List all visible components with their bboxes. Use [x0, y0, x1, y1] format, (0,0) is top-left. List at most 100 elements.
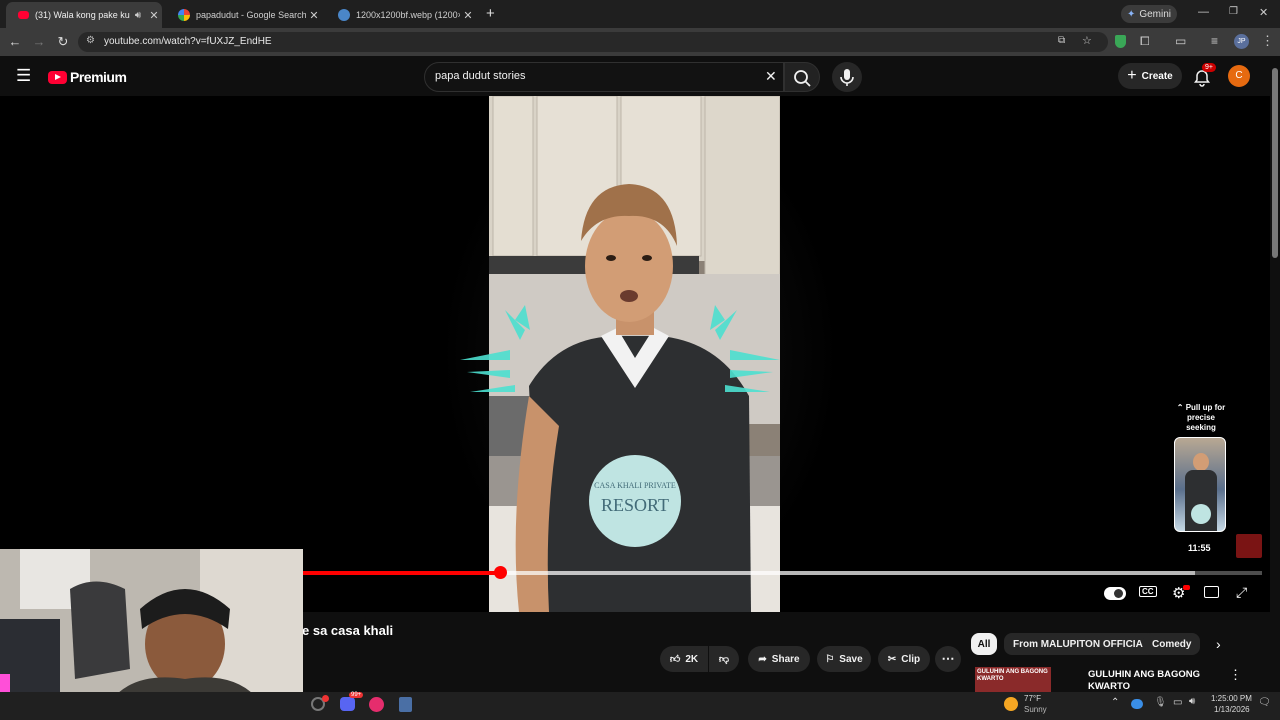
tray-overflow-icon[interactable]: ⌃: [1111, 697, 1119, 708]
autoplay-toggle[interactable]: [1104, 587, 1126, 600]
browser-tab-strip: (31) Wala kong pake kung 🔊︎ ✕ papadudut …: [0, 0, 1280, 28]
search-button[interactable]: [784, 62, 820, 92]
recommended-menu-icon[interactable]: ⋮: [1229, 667, 1242, 683]
video-title: e sa casa khali: [302, 623, 394, 638]
forward-icon[interactable]: →: [30, 33, 48, 51]
search-input[interactable]: papa dudut stories: [435, 70, 526, 82]
clock-time: 1:25:00 PM: [1211, 694, 1252, 703]
extension-shield-icon[interactable]: [1115, 35, 1126, 48]
extensions-icon[interactable]: ⧠: [1140, 34, 1150, 49]
subtitles-icon[interactable]: CC: [1139, 586, 1157, 597]
like-count: 2K: [685, 653, 699, 665]
preview-time: 11:55: [1188, 543, 1211, 553]
more-horizontal-icon: ⋯: [941, 651, 955, 666]
site-info-icon[interactable]: ⚙: [86, 35, 95, 46]
share-button[interactable]: ➦ Share: [748, 646, 810, 672]
fullscreen-icon[interactable]: ⤢: [1236, 584, 1247, 601]
globe-favicon-icon: [338, 9, 350, 21]
gemini-label: Gemini: [1139, 8, 1172, 20]
windows-taskbar: 99+ 77°F Sunny ⌃ 🎙︎ ▭ 🔊︎ 1:25:00 PM 1/13…: [0, 692, 1280, 720]
new-tab-button[interactable]: +: [486, 5, 495, 22]
onedrive-icon[interactable]: [1131, 699, 1143, 709]
search-box[interactable]: papa dudut stories ✕: [424, 62, 784, 92]
like-button[interactable]: 👍︎ 2K: [660, 646, 708, 672]
tab-google-search[interactable]: papadudut - Google Search ✕: [166, 2, 322, 28]
url-text[interactable]: youtube.com/watch?v=fUXJZ_EndHE: [104, 36, 272, 47]
restore-icon[interactable]: ❐: [1229, 6, 1238, 17]
save-button[interactable]: ⚐ Save: [817, 646, 871, 672]
recommended-title[interactable]: GULUHIN ANG BAGONG KWARTO: [1088, 669, 1218, 693]
chips-next-icon[interactable]: ›: [1216, 636, 1221, 652]
notifications-button[interactable]: 9+: [1192, 63, 1216, 88]
share-label: Share: [771, 653, 800, 665]
media-control-icon[interactable]: ≡: [1211, 34, 1218, 48]
clock-date: 1/13/2026: [1214, 705, 1250, 714]
install-app-icon[interactable]: ⧉: [1058, 35, 1065, 46]
microphone-tray-icon[interactable]: 🎙︎: [1154, 697, 1167, 708]
scissors-icon: ✂: [887, 653, 897, 665]
google-favicon-icon: [178, 9, 190, 21]
tab-search-icon[interactable]: ▭: [1175, 34, 1186, 48]
channel-watermark-icon[interactable]: [1236, 534, 1262, 558]
clear-search-icon[interactable]: ✕: [765, 68, 777, 85]
youtube-logo[interactable]: Premium: [48, 69, 127, 85]
youtube-header: ☰ Premium papa dudut stories ✕ + Create …: [0, 56, 1270, 96]
media-player-icon[interactable]: [369, 697, 384, 712]
tab-image[interactable]: 1200x1200bf.webp (1200×1200 ✕: [326, 2, 476, 28]
weather-sun-icon[interactable]: [1004, 697, 1018, 711]
thumbnail-text: GULUHIN ANG BAGONG KWARTO: [977, 669, 1048, 682]
back-icon[interactable]: ←: [6, 33, 24, 51]
tab-youtube[interactable]: (31) Wala kong pake kung 🔊︎ ✕: [6, 2, 162, 28]
tab-title: (31) Wala kong pake kung: [35, 10, 130, 20]
chip-from-channel[interactable]: From MALUPITON OFFICIAL: [1004, 633, 1158, 655]
close-tab-icon[interactable]: ✕: [146, 9, 162, 22]
thumbs-up-icon: 👍︎: [669, 654, 681, 665]
voice-search-button[interactable]: [832, 62, 862, 92]
speaker-icon[interactable]: 🔊︎: [130, 10, 146, 21]
dislike-button[interactable]: 👎︎: [709, 646, 739, 672]
calculator-icon[interactable]: [399, 697, 412, 712]
close-tab-icon[interactable]: ✕: [306, 9, 322, 22]
minimize-icon[interactable]: —: [1198, 6, 1209, 18]
account-avatar[interactable]: C: [1228, 65, 1250, 87]
network-icon[interactable]: ▭: [1173, 697, 1182, 708]
reload-icon[interactable]: ↻: [54, 33, 72, 51]
progress-scrubber[interactable]: [493, 566, 507, 579]
profile-avatar[interactable]: JP: [1234, 34, 1249, 49]
bookmark-star-icon[interactable]: ☆: [1082, 34, 1092, 47]
page-scrollbar[interactable]: [1270, 56, 1280, 692]
search-icon: [794, 70, 811, 87]
tab-title: papadudut - Google Search: [196, 10, 306, 20]
save-label: Save: [839, 653, 863, 665]
tab-title: 1200x1200bf.webp (1200×1200: [356, 10, 460, 20]
weather-temp: 77°F: [1024, 694, 1041, 703]
scrollbar-thumb[interactable]: [1272, 68, 1278, 258]
taskbar-badge-dot: [322, 695, 329, 702]
notification-badge: 9+: [1202, 63, 1216, 72]
more-actions-button[interactable]: ⋯: [935, 646, 961, 672]
notification-center-icon[interactable]: 🗨︎: [1258, 697, 1271, 708]
recommended-thumbnail[interactable]: GULUHIN ANG BAGONG KWARTO: [975, 667, 1051, 692]
weather-text: Sunny: [1024, 705, 1047, 714]
microphone-icon: [840, 69, 854, 86]
create-button[interactable]: + Create: [1118, 63, 1182, 89]
hamburger-menu-icon[interactable]: ☰: [16, 66, 31, 86]
discord-icon[interactable]: [340, 697, 355, 711]
create-label: Create: [1141, 70, 1173, 82]
chip-all[interactable]: All: [971, 633, 997, 655]
share-arrow-icon: ➦: [758, 653, 767, 665]
close-tab-icon[interactable]: ✕: [460, 9, 476, 22]
gemini-button[interactable]: ✦ Gemini: [1121, 5, 1177, 23]
chrome-menu-icon[interactable]: ⋮: [1261, 33, 1274, 49]
youtube-favicon-icon: [18, 11, 29, 19]
plus-icon: +: [1127, 67, 1137, 84]
volume-icon[interactable]: 🔊︎: [1189, 696, 1195, 707]
chip-comedy[interactable]: Comedy: [1143, 633, 1201, 655]
omnibox[interactable]: ⚙ youtube.com/watch?v=fUXJZ_EndHE ⧉ ☆: [78, 32, 1108, 52]
miniplayer-icon[interactable]: [1204, 586, 1219, 598]
clip-button[interactable]: ✂ Clip: [878, 646, 930, 672]
bookmark-icon: ⚐: [825, 653, 835, 665]
seek-hint-text: Pull up for precise seeking: [1185, 403, 1226, 432]
youtube-play-logo-icon: [48, 70, 67, 84]
window-close-icon[interactable]: ✕: [1259, 6, 1268, 19]
